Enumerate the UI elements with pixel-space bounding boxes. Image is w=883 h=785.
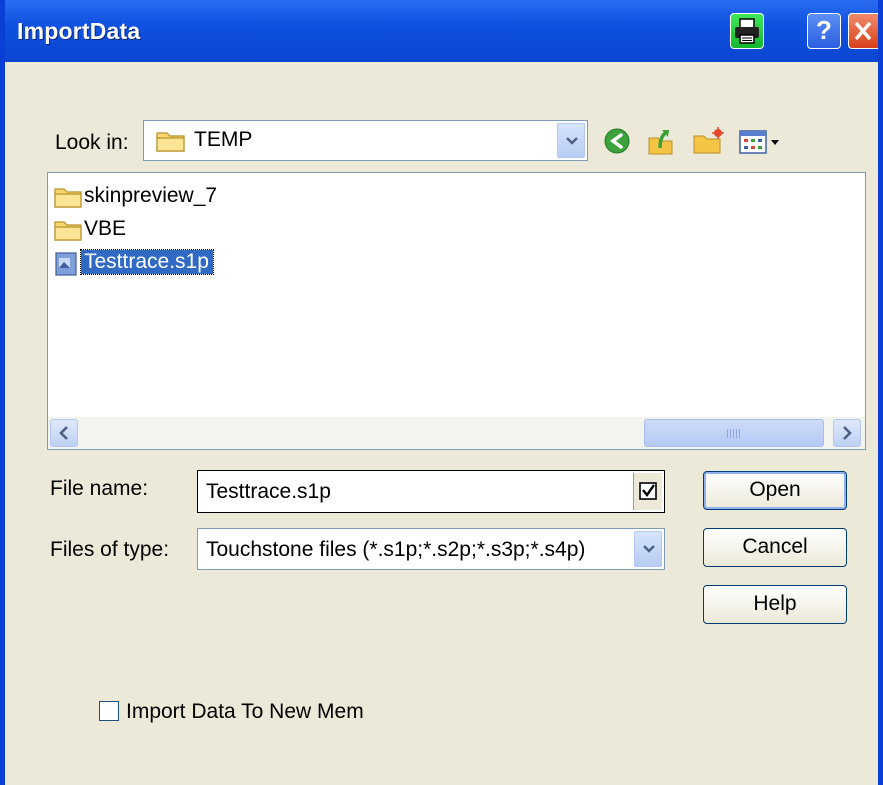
file-list[interactable]: skinpreview_7 VBE Testtrace.s1p — [47, 172, 866, 450]
up-folder-button[interactable] — [645, 124, 677, 158]
scrollbar-thumb[interactable] — [644, 419, 824, 447]
chevron-right-icon — [843, 426, 852, 440]
back-icon — [604, 128, 630, 154]
list-item-label: VBE — [84, 217, 127, 240]
file-name-dropdown-button[interactable] — [633, 473, 662, 510]
look-in-label: Look in: — [55, 131, 129, 154]
chevron-left-icon — [59, 426, 68, 440]
close-icon — [854, 21, 872, 41]
question-mark-icon: ? — [816, 15, 832, 45]
file-name-field[interactable]: Testtrace.s1p — [197, 470, 665, 513]
help-button[interactable]: Help — [703, 585, 847, 624]
up-folder-icon — [648, 130, 673, 155]
print-button[interactable] — [730, 13, 764, 49]
file-icon — [55, 252, 77, 276]
chevron-down-icon — [643, 545, 655, 553]
files-of-type-label: Files of type: — [50, 538, 170, 561]
files-of-type-combobox[interactable]: Touchstone files (*.s1p;*.s2p;*.s3p;*.s4… — [197, 528, 665, 570]
import-to-new-mem-checkbox[interactable] — [99, 701, 119, 721]
scroll-right-button[interactable] — [833, 419, 861, 447]
printer-icon — [735, 18, 759, 44]
view-menu-icon — [739, 130, 779, 154]
files-of-type-value: Touchstone files (*.s1p;*.s2p;*.s3p;*.s4… — [206, 538, 586, 561]
checkbox-icon — [639, 482, 657, 500]
title-bar[interactable]: ImportData ? — [5, 0, 878, 62]
cancel-button[interactable]: Cancel — [703, 528, 847, 567]
folder-icon — [54, 221, 82, 241]
chevron-down-icon — [566, 136, 578, 145]
folder-icon — [156, 132, 185, 152]
file-name-value: Testtrace.s1p — [206, 480, 331, 503]
file-name-label: File name: — [50, 477, 149, 500]
window-title: ImportData — [17, 18, 141, 44]
folder-icon — [54, 188, 82, 208]
new-folder-button[interactable] — [691, 124, 725, 158]
scroll-left-button[interactable] — [50, 419, 78, 447]
new-folder-icon — [693, 127, 724, 154]
look-in-combobox[interactable]: TEMP — [143, 120, 588, 161]
import-data-dialog: ImportData ? Look in: TEMP skinpreview_7… — [0, 0, 883, 785]
look-in-value: TEMP — [194, 128, 253, 151]
files-of-type-dropdown-button[interactable] — [634, 531, 662, 567]
horizontal-scrollbar[interactable] — [48, 417, 865, 449]
grip-icon — [727, 429, 741, 438]
look-in-dropdown-button[interactable] — [557, 123, 585, 158]
help-title-button[interactable]: ? — [807, 13, 841, 49]
back-button[interactable] — [601, 124, 633, 158]
close-button[interactable] — [848, 13, 878, 49]
open-button[interactable]: Open — [703, 471, 847, 510]
import-to-new-mem-label: Import Data To New Mem — [126, 700, 364, 723]
list-item-label: skinpreview_7 — [84, 184, 218, 207]
list-item-label: Testtrace.s1p — [80, 249, 214, 275]
view-menu-button[interactable] — [737, 124, 783, 158]
